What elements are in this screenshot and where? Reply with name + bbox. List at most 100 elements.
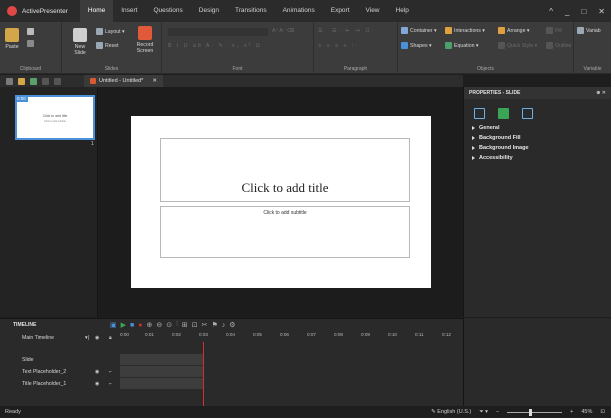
subtitle-placeholder[interactable]: Click to add subtitle [160,206,410,258]
record-icon[interactable]: ● [138,322,142,329]
properties-title: PROPERTIES - SLIDE [469,90,521,96]
filter-icon[interactable]: ⏷ ▾ [479,409,488,416]
timeline-track[interactable] [120,378,203,389]
tab-help[interactable]: Help [388,0,417,22]
timeline-header: TIMELINE ▣ ▶ ■ ● ⊕ ⊖ ⊙ ⫶ ⊞ ⊡ ✂ ⚑ ♪ ⚙ [0,319,463,331]
font-family-select[interactable] [168,28,268,36]
timeline-row-label: Text Placeholder_2 [22,368,67,375]
section-background-fill[interactable]: Background Fill [464,133,611,143]
title-placeholder[interactable]: Click to add title [160,138,410,202]
redo-icon[interactable] [54,77,61,85]
document-tab[interactable]: Untitled - Untitled* ✕ [84,75,163,87]
tab-animations[interactable]: Animations [275,0,323,22]
eye-icon[interactable]: ◉ [95,381,109,387]
align-tools[interactable]: ≡ ≡ ≡ ≡ ⫶· [318,43,359,50]
zoom-out-icon[interactable]: ⊖ [156,321,162,329]
tab-home[interactable]: Home [79,0,114,22]
open-file-icon[interactable] [18,77,25,85]
outline-icon [546,42,553,49]
main-timeline-label: Main Timeline [22,334,55,341]
font-size-controls[interactable]: A⁺ A⁻ ⌫ [272,28,294,34]
timeline-row-label: Title Placeholder_1 [22,380,67,387]
layout-icon [96,28,103,35]
stop-icon[interactable]: ■ [130,322,134,329]
paste-button[interactable]: Paste [5,28,19,50]
settings-icon[interactable]: ⚙ [229,321,235,329]
new-slide-button[interactable]: New Slide [70,28,90,56]
timeline-row-slide[interactable]: Slide [0,354,463,365]
tab-design[interactable]: Design [191,0,227,22]
main-timeline-dropdown-icon[interactable]: ▾| [85,335,95,341]
properties-pin-close-icon[interactable]: ⊕ ✕ [596,90,606,96]
window-controls: ^ _ □ ✕ [549,0,605,22]
timeline-track[interactable] [120,366,203,377]
copy-button[interactable] [27,40,36,47]
section-general[interactable]: General [464,123,611,133]
slide-thumbnail[interactable]: 0:00 Click to add title Click to add sub… [15,95,95,140]
timeline-row-title-placeholder[interactable]: Title Placeholder_1 ◉ ⌐ [0,378,463,389]
zoom-level: 45% [581,409,593,415]
zoom-slider-knob[interactable] [529,408,533,416]
interactions-button[interactable]: Interactions ▾ [445,27,485,34]
minimize-button[interactable]: _ [565,7,569,16]
fit-window-icon[interactable]: ⊡ [600,409,605,415]
tab-view[interactable]: View [358,0,388,22]
outline-button[interactable]: Outline [546,42,571,49]
audio-icon[interactable]: ♪ [222,322,226,329]
font-format-tools[interactable]: B I U ab A· ✎· x₂ x² Ω [168,43,262,49]
reset-button[interactable]: Reset [96,42,119,49]
zoom-slider[interactable] [507,408,563,416]
section-background-image[interactable]: Background Image [464,143,611,153]
zoom-out-button[interactable]: − [496,409,499,415]
split-icon[interactable]: ⫶ [176,321,178,329]
ribbon-collapse-icon[interactable]: ^ [549,7,553,16]
variables-icon [577,27,584,34]
maximize-button[interactable]: □ [581,7,586,16]
zoom-fit-icon[interactable]: ⊙ [166,321,172,329]
play-icon[interactable]: ▶ [121,321,126,329]
tab-questions[interactable]: Questions [146,0,191,22]
undo-icon[interactable] [42,77,49,85]
document-tab-close-icon[interactable]: ✕ [152,78,157,84]
slide-properties-icon[interactable] [474,108,485,119]
quick-style-button[interactable]: Quick Style ▾ [498,42,537,49]
crop-icon[interactable]: ⊡ [192,321,198,329]
tab-transitions[interactable]: Transitions [227,0,275,22]
marker-icon[interactable]: ⚑ [211,321,217,329]
arrange-button[interactable]: Arrange ▾ [498,27,530,34]
timeline-select-icon[interactable]: ▣ [110,321,117,329]
record-screen-button[interactable]: Record Screen [134,26,156,54]
insert-time-icon[interactable]: ⊞ [182,321,188,329]
timeline-playhead[interactable] [203,342,204,406]
language-indicator[interactable]: ✎ English (U.S.) [431,409,471,415]
save-icon[interactable] [30,77,37,85]
new-file-icon[interactable] [6,77,13,85]
lock-icon[interactable]: 🔒︎ [109,335,123,341]
cut-button[interactable] [27,28,36,35]
section-accessibility[interactable]: Accessibility [464,153,611,163]
tab-insert[interactable]: Insert [113,0,145,22]
variables-group-label: Variable [583,66,602,72]
shapes-button[interactable]: Shapes ▾ [401,42,432,49]
fill-button[interactable]: Fill [546,27,562,34]
variables-button[interactable]: Variab [577,27,601,34]
container-button[interactable]: Container ▾ [401,27,437,34]
close-button[interactable]: ✕ [598,7,605,16]
size-properties-icon[interactable] [522,108,533,119]
cut-range-icon[interactable]: ✂ [202,321,208,329]
zoom-in-icon[interactable]: ⊕ [146,321,152,329]
clipboard-group-label: Clipboard [19,66,42,72]
quick-style-icon [498,42,505,49]
interactivity-properties-icon[interactable] [498,108,509,119]
eye-icon[interactable]: ◉ [95,335,109,341]
layout-button[interactable]: Layout ▾ [96,28,125,35]
eye-icon[interactable]: ◉ [95,369,109,375]
equation-button[interactable]: Equation ▾ [445,42,479,49]
timeline-track[interactable] [120,354,203,365]
tab-export[interactable]: Export [323,0,358,22]
list-tools[interactable]: ☰· ☰· ⇤ ⇥ ☷· [318,28,376,34]
timeline-row-text-placeholder[interactable]: Text Placeholder_2 ◉ ⌐ [0,366,463,377]
main-timeline-row[interactable]: Main Timeline ▾| ◉ 🔒︎ [0,332,463,343]
slide[interactable]: Click to add title Click to add subtitle [131,116,431,288]
zoom-in-button[interactable]: + [570,409,573,415]
